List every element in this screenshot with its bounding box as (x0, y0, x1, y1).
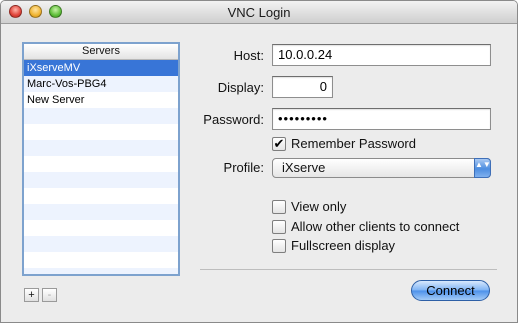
remove-server-button[interactable]: - (42, 288, 57, 302)
servers-list[interactable]: Servers iXserveMV Marc-Vos-PBG4 New Serv… (22, 42, 180, 276)
divider (200, 269, 497, 270)
servers-list-rows: iXserveMV Marc-Vos-PBG4 New Server (24, 60, 178, 274)
fullscreen-display-checkbox[interactable] (272, 239, 286, 253)
remember-password-label: Remember Password (291, 136, 416, 151)
profile-select[interactable]: iXserve ▲▼ (272, 158, 491, 178)
display-label: Display: (217, 80, 264, 95)
display-field[interactable]: 0 (272, 76, 333, 98)
view-only-checkbox[interactable] (272, 200, 286, 214)
servers-list-header: Servers (24, 44, 178, 60)
title-bar[interactable]: VNC Login (1, 1, 517, 24)
remember-password-checkbox[interactable]: ✔ (272, 137, 286, 151)
profile-label: Profile: (223, 160, 264, 175)
vnc-login-window: VNC Login Servers iXserveMV Marc-Vos-PBG… (0, 0, 518, 323)
profile-select-value: iXserve (282, 160, 326, 175)
password-label: Password: (203, 112, 264, 127)
password-field[interactable]: ••••••••• (272, 108, 491, 130)
connect-button[interactable]: Connect (411, 280, 490, 301)
add-server-button[interactable]: + (24, 288, 39, 302)
server-item-new-server[interactable]: New Server (24, 92, 178, 108)
window-title: VNC Login (227, 5, 291, 20)
server-item-ixservemv[interactable]: iXserveMV (24, 60, 178, 76)
fullscreen-display-label: Fullscreen display (291, 238, 396, 253)
server-item-marc-vos-pbg4[interactable]: Marc-Vos-PBG4 (24, 76, 178, 92)
allow-other-clients-checkbox[interactable] (272, 220, 286, 234)
allow-other-clients-label: Allow other clients to connect (291, 219, 460, 234)
view-only-label: View only (291, 199, 347, 214)
host-label: Host: (233, 48, 264, 63)
select-arrows-icon: ▲▼ (474, 158, 491, 178)
host-field[interactable]: 10.0.0.24 (272, 44, 491, 66)
